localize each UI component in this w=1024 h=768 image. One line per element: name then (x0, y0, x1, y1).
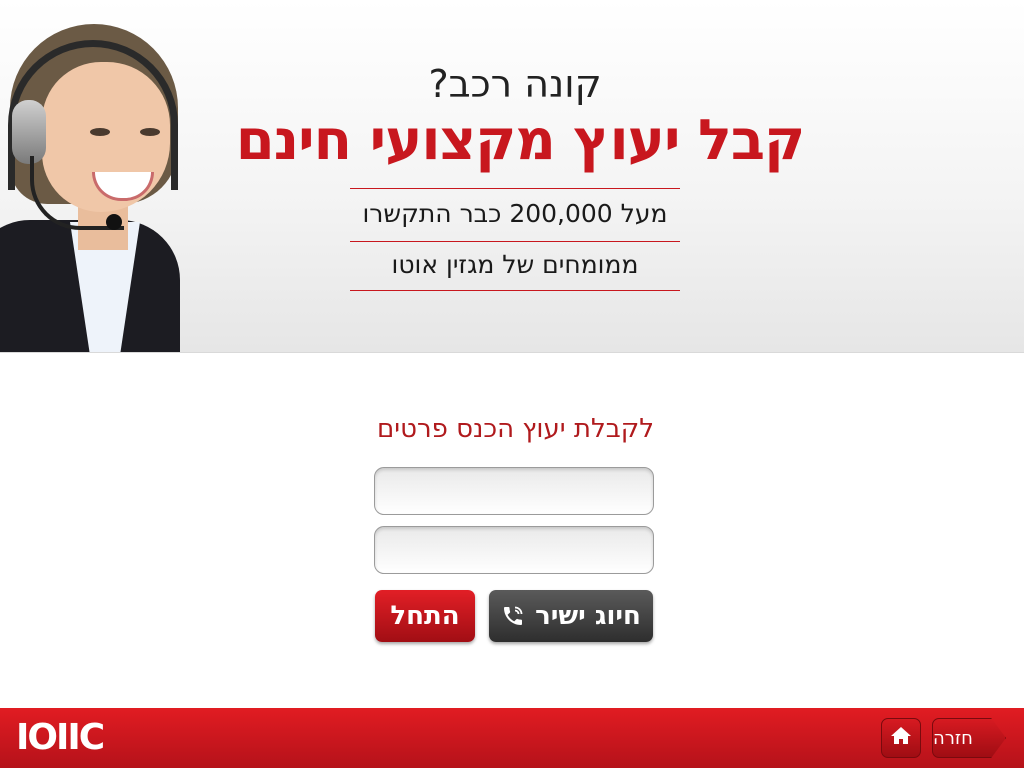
form-title: לקבלת יעוץ הכנס פרטים (377, 414, 654, 444)
footer-bar: IOIIC חזרה (0, 708, 1024, 768)
agent-illustration (0, 0, 200, 352)
phone-icon (501, 604, 525, 628)
headline-offer: קבל יעוץ מקצועי חינם (235, 108, 805, 173)
home-icon (889, 724, 913, 752)
direct-dial-button[interactable]: חיוג ישיר (489, 590, 653, 642)
callers-stat: מעל 200,000 כבר התקשרו (350, 188, 680, 242)
phone-field[interactable] (374, 526, 654, 574)
hero-banner: קונה רכב? קבל יעוץ מקצועי חינם מעל 200,0… (0, 0, 1024, 353)
experts-stat: ממומחים של מגזין אוטו (350, 241, 680, 291)
back-button[interactable]: חזרה (932, 718, 1006, 758)
home-button[interactable] (881, 718, 921, 758)
direct-dial-label: חיוג ישיר (535, 601, 641, 631)
start-button[interactable]: התחל (375, 590, 475, 642)
name-field[interactable] (374, 467, 654, 515)
headline-question: קונה רכב? (428, 62, 602, 106)
magazine-logo: IOIIC (16, 717, 105, 758)
